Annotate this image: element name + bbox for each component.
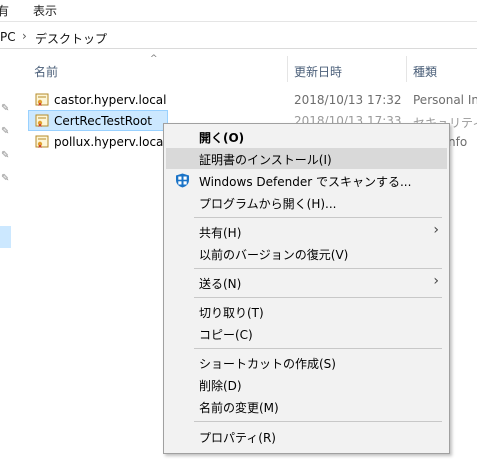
menubar-divider — [0, 21, 477, 22]
column-header-date[interactable]: 更新日時 — [294, 63, 342, 80]
menu-item-view[interactable]: 表示 — [33, 2, 57, 19]
certificate-icon — [35, 93, 49, 106]
pin-icon[interactable]: ✎ — [1, 151, 11, 161]
file-name: pollux.hyperv.local — [54, 135, 167, 149]
menu-separator — [194, 268, 442, 269]
certificate-icon — [35, 114, 49, 127]
breadcrumb-desktop[interactable]: デスクトップ — [35, 30, 107, 47]
menu-separator — [194, 421, 442, 422]
column-header-name[interactable]: 名前 — [34, 63, 58, 80]
menu-item-share[interactable]: 共有(H) › — [164, 221, 449, 242]
chevron-right-icon: › — [433, 273, 439, 289]
certificate-icon — [35, 135, 49, 148]
column-header-type[interactable]: 種類 — [413, 63, 437, 80]
menu-bar: 有 表示 — [0, 0, 477, 20]
menu-item-create-shortcut[interactable]: ショートカットの作成(S) — [164, 352, 449, 373]
menu-item-restore-versions[interactable]: 以前のバージョンの復元(V) — [164, 243, 449, 264]
menu-separator — [194, 348, 442, 349]
menu-item-send-to[interactable]: 送る(N) › — [164, 272, 449, 293]
column-divider[interactable] — [406, 56, 407, 82]
menu-item-rename[interactable]: 名前の変更(M) — [164, 396, 449, 417]
context-menu: 開く(O) 証明書のインストール(I) Windows Defender でスキ… — [163, 123, 450, 454]
chevron-right-icon[interactable]: › — [22, 29, 27, 43]
menu-item-properties[interactable]: プロパティ(R) — [164, 426, 449, 447]
menu-item-open-with[interactable]: プログラムから開く(H)... — [164, 192, 449, 213]
breadcrumb-pc[interactable]: PC — [0, 30, 16, 44]
file-name: CertRecTestRoot — [54, 114, 152, 128]
file-type: Personal Info — [413, 93, 477, 107]
address-bar[interactable]: PC › デスクトップ — [0, 26, 477, 49]
menu-item-copy[interactable]: コピー(C) — [164, 323, 449, 344]
sort-ascending-icon: ^ — [150, 54, 158, 64]
file-name: castor.hyperv.local — [54, 93, 167, 107]
menu-item-cut[interactable]: 切り取り(T) — [164, 301, 449, 322]
windows-defender-shield-icon — [176, 173, 189, 188]
menu-item-install-certificate[interactable]: 証明書のインストール(I) — [166, 148, 447, 169]
menu-item-defender-scan[interactable]: Windows Defender でスキャンする... — [164, 170, 449, 191]
nav-selected-item[interactable] — [0, 226, 11, 248]
column-divider[interactable] — [287, 56, 288, 82]
file-date: 2018/10/13 17:32 — [294, 93, 402, 107]
table-row[interactable]: castor.hyperv.local 2018/10/13 17:32 Per… — [0, 89, 477, 110]
menu-separator — [194, 217, 442, 218]
menu-item-delete[interactable]: 削除(D) — [164, 374, 449, 395]
menu-separator — [194, 297, 442, 298]
menu-item-open[interactable]: 開く(O) — [164, 126, 449, 147]
pin-icon[interactable]: ✎ — [1, 174, 11, 184]
menu-item-share[interactable]: 有 — [0, 2, 9, 19]
chevron-right-icon: › — [433, 222, 439, 238]
